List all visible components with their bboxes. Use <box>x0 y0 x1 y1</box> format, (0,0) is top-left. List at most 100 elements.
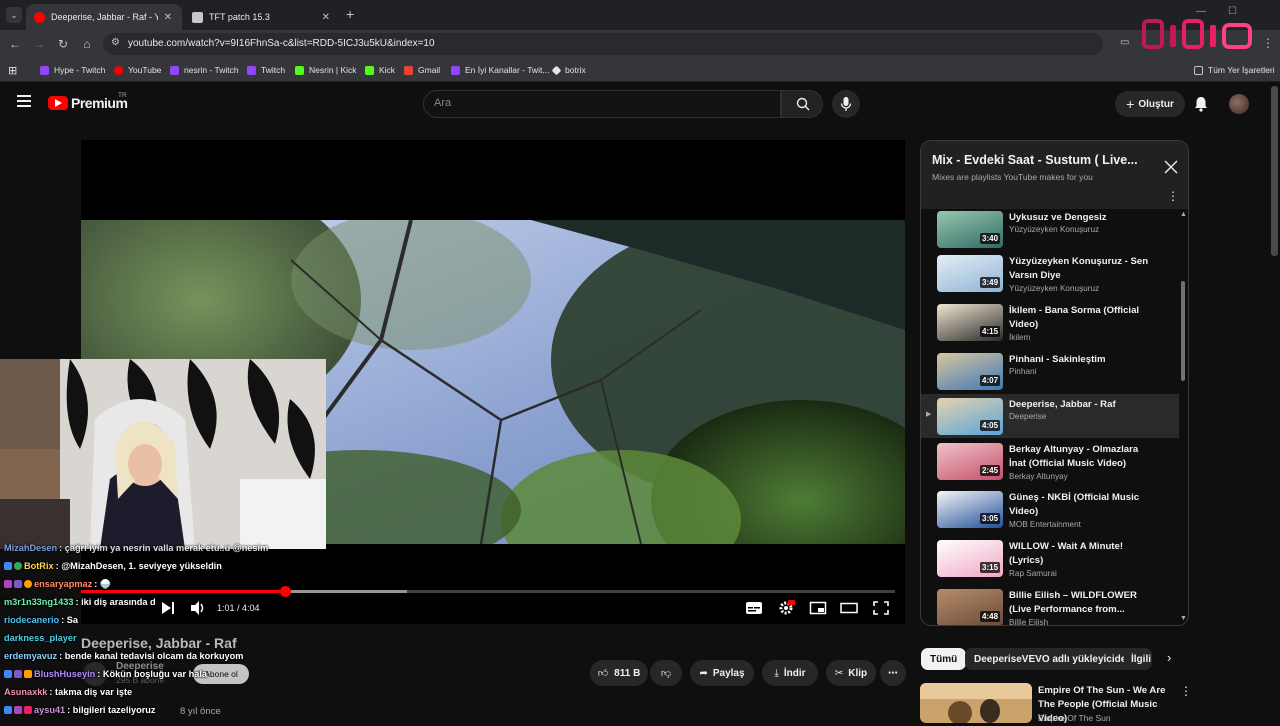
all-bookmarks[interactable]: Tüm Yer İşaretleri <box>1194 63 1275 77</box>
forward-icon[interactable]: → <box>31 36 47 52</box>
playlist-item-title: Pinhani - Sakinleştim <box>1009 354 1106 365</box>
settings-gear-icon[interactable] <box>777 600 795 616</box>
playlist-scrollbar[interactable] <box>1181 281 1185 381</box>
bookmark-label: Nesrin | Kick <box>309 65 357 75</box>
cast-icon[interactable]: ▭ <box>1120 37 1129 48</box>
close-icon[interactable] <box>1164 160 1178 174</box>
bookmark-item[interactable]: Gmail <box>404 63 440 77</box>
playlist-item[interactable]: 4:15 İkilem - Bana Sorma (Official Video)… <box>921 300 1179 344</box>
next-video-menu-icon[interactable]: ⋮ <box>1180 684 1192 698</box>
subtitles-icon[interactable] <box>745 600 763 616</box>
more-horizontal-icon: ⋯ <box>888 667 898 679</box>
youtube-icon <box>34 11 45 23</box>
chat-text: : bende kanal tedavisi olcam da korkuyom <box>59 651 244 661</box>
playlist-item-duration: 3:05 <box>980 513 1001 524</box>
tab-title: Deeperise, Jabbar - Raf - YouTube <box>51 12 158 22</box>
bookmark-item[interactable]: Twitch <box>247 63 285 77</box>
create-label: Oluştur <box>1138 98 1174 110</box>
fullscreen-icon[interactable] <box>872 600 890 616</box>
bookmark-item[interactable]: En İyi Kanallar - Twit... <box>451 63 549 77</box>
playlist-title[interactable]: Mix - Evdeki Saat - Sustum ( Live... <box>932 153 1146 167</box>
playlist-item-current[interactable]: ▶ 4:05 Deeperise, Jabbar - Raf Deeperise <box>921 394 1179 438</box>
miniplayer-icon[interactable] <box>809 600 827 616</box>
home-icon[interactable]: ⌂ <box>79 36 95 52</box>
playlist-item-title: WILLOW - Wait A Minute! (Lyrics) <box>1009 541 1124 566</box>
playlist-item-duration: 4:05 <box>980 420 1001 431</box>
next-video-thumbnail[interactable] <box>920 683 1032 723</box>
apps-grid-icon[interactable]: ⊞ <box>8 63 17 77</box>
more-actions-button[interactable]: ⋯ <box>880 660 906 686</box>
chat-text: : Kökün boşluğu var hala <box>97 669 208 679</box>
playlist-item[interactable]: 3:49 Yüzyüzeyken Konuşuruz - Sen Varsın D… <box>921 251 1179 295</box>
playlist-menu-icon[interactable]: ⋮ <box>1167 189 1179 203</box>
theater-mode-icon[interactable] <box>840 600 858 616</box>
create-button[interactable]: + Oluştur <box>1115 91 1185 117</box>
tab-youtube[interactable]: Deeperise, Jabbar - Raf - YouTube ✕ <box>26 4 182 30</box>
bookmark-item[interactable]: nesrin - Twitch <box>170 63 239 77</box>
search-button[interactable] <box>781 90 823 118</box>
hamburger-icon[interactable] <box>17 95 31 107</box>
download-button[interactable]: ⤓ İndir <box>762 660 818 686</box>
search-input[interactable] <box>423 90 781 118</box>
scroll-up-icon[interactable]: ▲ <box>1180 211 1187 218</box>
chip-from-uploader[interactable]: DeeperiseVEVO adlı yükleyiciden <box>965 648 1142 670</box>
tab-search-icon[interactable]: ⌄ <box>6 7 22 23</box>
site-info-icon[interactable]: ⚙ <box>111 37 120 48</box>
mod-badge-icon <box>4 670 12 678</box>
avatar[interactable] <box>1229 94 1249 114</box>
chat-message: riodecanerio: Sa <box>4 615 78 625</box>
new-tab-button[interactable]: + <box>346 6 354 22</box>
chat-username: riodecanerio <box>4 615 60 625</box>
clip-label: Klip <box>848 667 868 679</box>
bookmark-label: Kick <box>379 65 396 75</box>
plus-icon: + <box>1126 96 1135 112</box>
tab-tft[interactable]: TFT patch 15.3 ✕ <box>184 4 340 30</box>
download-icon: ⤓ <box>774 667 779 679</box>
chat-username: aysu41 <box>34 705 66 715</box>
dislike-button[interactable]: 👎︎ <box>650 660 682 686</box>
close-tab-icon[interactable]: ✕ <box>164 12 172 23</box>
mic-icon <box>840 97 852 111</box>
bookmark-item[interactable]: YouTube <box>114 63 161 77</box>
reload-icon[interactable]: ↻ <box>55 36 71 52</box>
playlist-item[interactable]: 2:45 Berkay Altunyay - Olmazlara İnat (Of… <box>921 439 1179 483</box>
chat-text: : iki diş arasında d <box>75 597 156 607</box>
youtube-logo[interactable]: Premium TR <box>48 92 138 115</box>
clip-button[interactable]: ✂ Klip <box>826 660 876 686</box>
chip-related[interactable]: İlgili <box>1124 648 1152 670</box>
menu-kebab-icon[interactable]: ⋮ <box>1262 36 1274 50</box>
chat-text: : takma diş var işte <box>49 687 133 697</box>
playlist-item-duration: 4:15 <box>980 326 1001 337</box>
logo-region: TR <box>118 92 127 99</box>
playlist-item-channel: İkilem <box>1009 333 1031 342</box>
bookmark-item[interactable]: botrix <box>551 63 586 77</box>
bookmark-item[interactable]: Kick <box>365 63 395 77</box>
bookmark-item[interactable]: Nesrin | Kick <box>295 63 357 77</box>
playlist-item[interactable]: 4:07 Pinhani - Sakinleştim Pinhani <box>921 349 1179 393</box>
bookmark-item[interactable]: Hype - Twitch <box>40 63 105 77</box>
voice-search-button[interactable] <box>832 90 860 118</box>
playlist-item[interactable]: 4:48 Billie Eilish – WILDFLOWER (Live Per… <box>921 585 1179 625</box>
all-bookmarks-label: Tüm Yer İşaretleri <box>1208 65 1275 75</box>
chat-text: : @MizahDesen, 1. seviyeye yükseldin <box>55 561 222 571</box>
close-tab-icon[interactable]: ✕ <box>322 12 330 23</box>
back-icon[interactable]: ← <box>7 36 23 52</box>
chip-all[interactable]: Tümü <box>921 648 967 670</box>
playlist-item[interactable]: 3:05 Güneş - NKBİ (Official Music Video) M… <box>921 487 1179 531</box>
playlist-item[interactable]: 3:15 WILLOW - Wait A Minute! (Lyrics) Rap … <box>921 536 1179 580</box>
chevron-right-icon[interactable]: › <box>1167 650 1171 665</box>
chat-message: BotRix: @MizahDesen, 1. seviyeye yükseld… <box>4 561 222 571</box>
page-scrollbar[interactable] <box>1271 86 1278 256</box>
notifications-bell-icon[interactable] <box>1194 96 1208 112</box>
like-button[interactable]: 👍︎ 811 B <box>590 660 648 686</box>
scroll-down-icon[interactable]: ▼ <box>1180 615 1187 622</box>
playlist-item[interactable]: 3:40 Uykusuz ve Dengesiz Yüzyüzeyken Konuş… <box>921 207 1179 251</box>
share-button[interactable]: ➦ Paylaş <box>690 660 754 686</box>
chat-message: erdemyavuz: bende kanal tedavisi olcam d… <box>4 651 243 661</box>
chat-username: ensaryapmaz <box>34 579 93 589</box>
playlist-item-channel: Yüzyüzeyken Konuşuruz <box>1009 284 1100 293</box>
playlist-subtitle: Mixes are playlists YouTube makes for yo… <box>932 172 1093 182</box>
url-text[interactable]: youtube.com/watch?v=9I16FhnSa-c&list=RDD… <box>128 38 435 49</box>
playlist-item-duration: 4:48 <box>980 611 1001 622</box>
playlist-item-title: Güneş - NKBİ (Official Music Video) <box>1009 492 1140 517</box>
